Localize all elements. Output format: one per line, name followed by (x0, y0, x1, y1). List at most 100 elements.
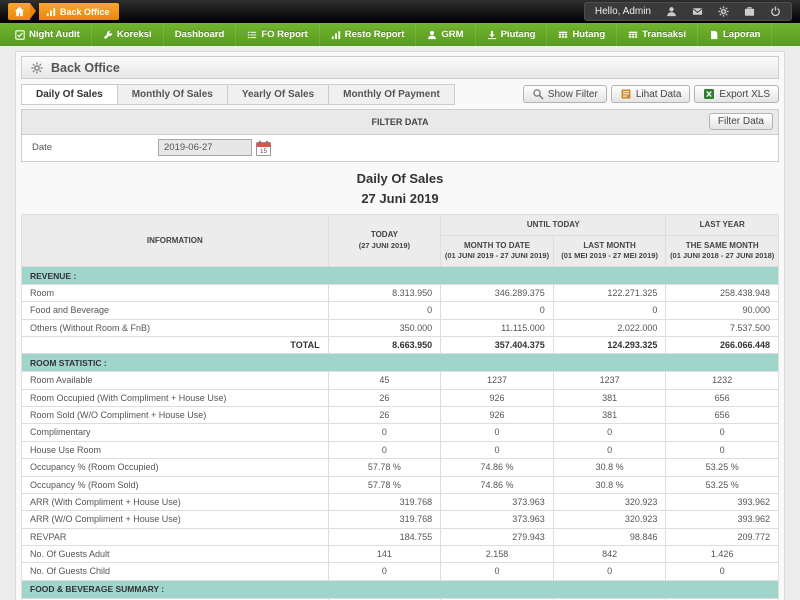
main-navbar: Night AuditKoreksi Dashboard FO ReportRest… (0, 23, 800, 46)
page-title: Back Office (51, 61, 120, 75)
row-value: 0 (666, 424, 779, 441)
svg-text:15: 15 (260, 148, 268, 155)
nav-item-koreksi[interactable]: Koreksi (92, 23, 164, 46)
row-label: Complimentary (22, 424, 329, 441)
row-value: 320.923 (553, 511, 666, 528)
back-office-brand-button[interactable]: Back Office (8, 3, 119, 20)
tab-monthly-of-sales[interactable]: Monthly Of Sales (118, 84, 228, 105)
row-value: 346.289.375 (441, 285, 554, 302)
report-title: Daily Of Sales (21, 171, 779, 186)
gear-icon[interactable] (718, 6, 729, 17)
row-value: 2.158 (441, 545, 554, 562)
row-value: 53.25 % (666, 459, 779, 476)
table-row: Others (Without Room & FnB)350.00011.115… (22, 319, 779, 336)
row-value: 393.962 (666, 493, 779, 510)
row-value: 184.755 (328, 528, 441, 545)
row-value: 320.923 (553, 493, 666, 510)
row-label: Room (22, 285, 329, 302)
row-value: 11.115.000 (441, 319, 554, 336)
table-row: Room Sold (W/O Compliment + House Use)26… (22, 407, 779, 424)
row-value: 381 (553, 389, 666, 406)
row-value: 0 (553, 424, 666, 441)
row-value: 266.066.448 (666, 337, 779, 354)
report-subtitle: 27 Juni 2019 (21, 191, 779, 206)
row-value: 0 (441, 441, 554, 458)
row-value: 0 (328, 302, 441, 319)
nav-item-label: GRM (441, 29, 463, 40)
briefcase-icon[interactable] (744, 6, 755, 17)
row-value: 98.846 (553, 528, 666, 545)
col-today: TODAY (27 JUNI 2019) (328, 215, 441, 267)
nav-item-label: Transaksi (642, 29, 686, 40)
excel-icon (703, 88, 715, 100)
row-value: 842 (553, 545, 666, 562)
daily-sales-table: INFORMATION TODAY (27 JUNI 2019) UNTIL T… (21, 214, 779, 600)
row-value: 0 (553, 441, 666, 458)
row-value: 0 (441, 302, 554, 319)
section-title: ROOM STATISTIC : (22, 354, 779, 372)
tab-monthly-of-payment[interactable]: Monthly Of Payment (329, 84, 455, 105)
check-square-icon (15, 30, 25, 40)
nav-item-laporan[interactable]: Laporan (698, 23, 772, 46)
row-label: Room Occupied (With Compliment + House U… (22, 389, 329, 406)
button-label: Show Filter (548, 89, 598, 100)
row-value: 373.963 (441, 493, 554, 510)
row-value: 141 (328, 545, 441, 562)
show-filter-button[interactable]: Show Filter (523, 85, 607, 103)
tab-yearly-of-sales[interactable]: Yearly Of Sales (228, 84, 329, 105)
row-label: Others (Without Room & FnB) (22, 319, 329, 336)
home-icon[interactable] (8, 3, 30, 20)
row-value: 1237 (553, 372, 666, 389)
row-value: 926 (441, 389, 554, 406)
row-value: 393.962 (666, 511, 779, 528)
row-label: Occupancy % (Room Sold) (22, 476, 329, 493)
nav-item-label: Dashboard (175, 29, 225, 40)
table-row: TOTAL8.663.950357.404.375124.293.325266.… (22, 337, 779, 354)
row-value: 209.772 (666, 528, 779, 545)
export-xls-button[interactable]: Export XLS (694, 85, 779, 103)
row-label: Occupancy % (Room Occupied) (22, 459, 329, 476)
row-value: 0 (328, 441, 441, 458)
row-value: 1232 (666, 372, 779, 389)
nav-item-piutang[interactable]: Piutang (476, 23, 548, 46)
mail-icon[interactable] (692, 6, 703, 17)
row-value: 0 (328, 563, 441, 580)
power-icon[interactable] (770, 6, 781, 17)
lihat-data-button[interactable]: Lihat Data (611, 85, 691, 103)
row-value: 26 (328, 389, 441, 406)
user-icon[interactable] (666, 6, 677, 17)
gear-icon (31, 62, 43, 74)
row-value: 319.768 (328, 511, 441, 528)
nav-item-dashboard[interactable]: Dashboard (164, 23, 237, 46)
section-header-row: REVENUE : (22, 267, 779, 285)
row-label: REVPAR (22, 528, 329, 545)
table-row: REVPAR184.755279.94398.846209.772 (22, 528, 779, 545)
tab-daily-of-sales[interactable]: Daily Of Sales (21, 84, 118, 105)
nav-item-resto-report[interactable]: Resto Report (320, 23, 417, 46)
row-value: 57.78 % (328, 459, 441, 476)
row-value: 45 (328, 372, 441, 389)
nav-item-hutang[interactable]: Hutang (547, 23, 617, 46)
row-value: 90.000 (666, 302, 779, 319)
section-title: FOOD & BEVERAGE SUMMARY : (22, 580, 779, 598)
filter-panel-title: FILTER DATA (372, 117, 429, 127)
file-icon (709, 30, 719, 40)
row-value: 0 (328, 424, 441, 441)
table-row: Food and Beverage00090.000 (22, 302, 779, 319)
row-label: TOTAL (22, 337, 329, 354)
nav-item-night-audit[interactable]: Night Audit (4, 23, 92, 46)
col-month-to-date: MONTH TO DATE (01 JUNI 2019 - 27 JUNI 20… (441, 235, 554, 266)
nav-item-fo-report[interactable]: FO Report (236, 23, 319, 46)
calendar-icon[interactable]: 15 (256, 140, 271, 156)
nav-item-label: Hutang (572, 29, 605, 40)
row-value: 2.022.000 (553, 319, 666, 336)
filter-data-button[interactable]: Filter Data (709, 113, 773, 130)
col-last-year: LAST YEAR (666, 215, 779, 236)
table-row: Room8.313.950346.289.375122.271.325258.4… (22, 285, 779, 302)
nav-item-grm[interactable]: GRM (416, 23, 475, 46)
date-input[interactable] (158, 139, 252, 156)
brand-label: Back Office (60, 7, 110, 17)
nav-item-transaksi[interactable]: Transaksi (617, 23, 698, 46)
row-value: 0 (553, 302, 666, 319)
row-value: 357.404.375 (441, 337, 554, 354)
